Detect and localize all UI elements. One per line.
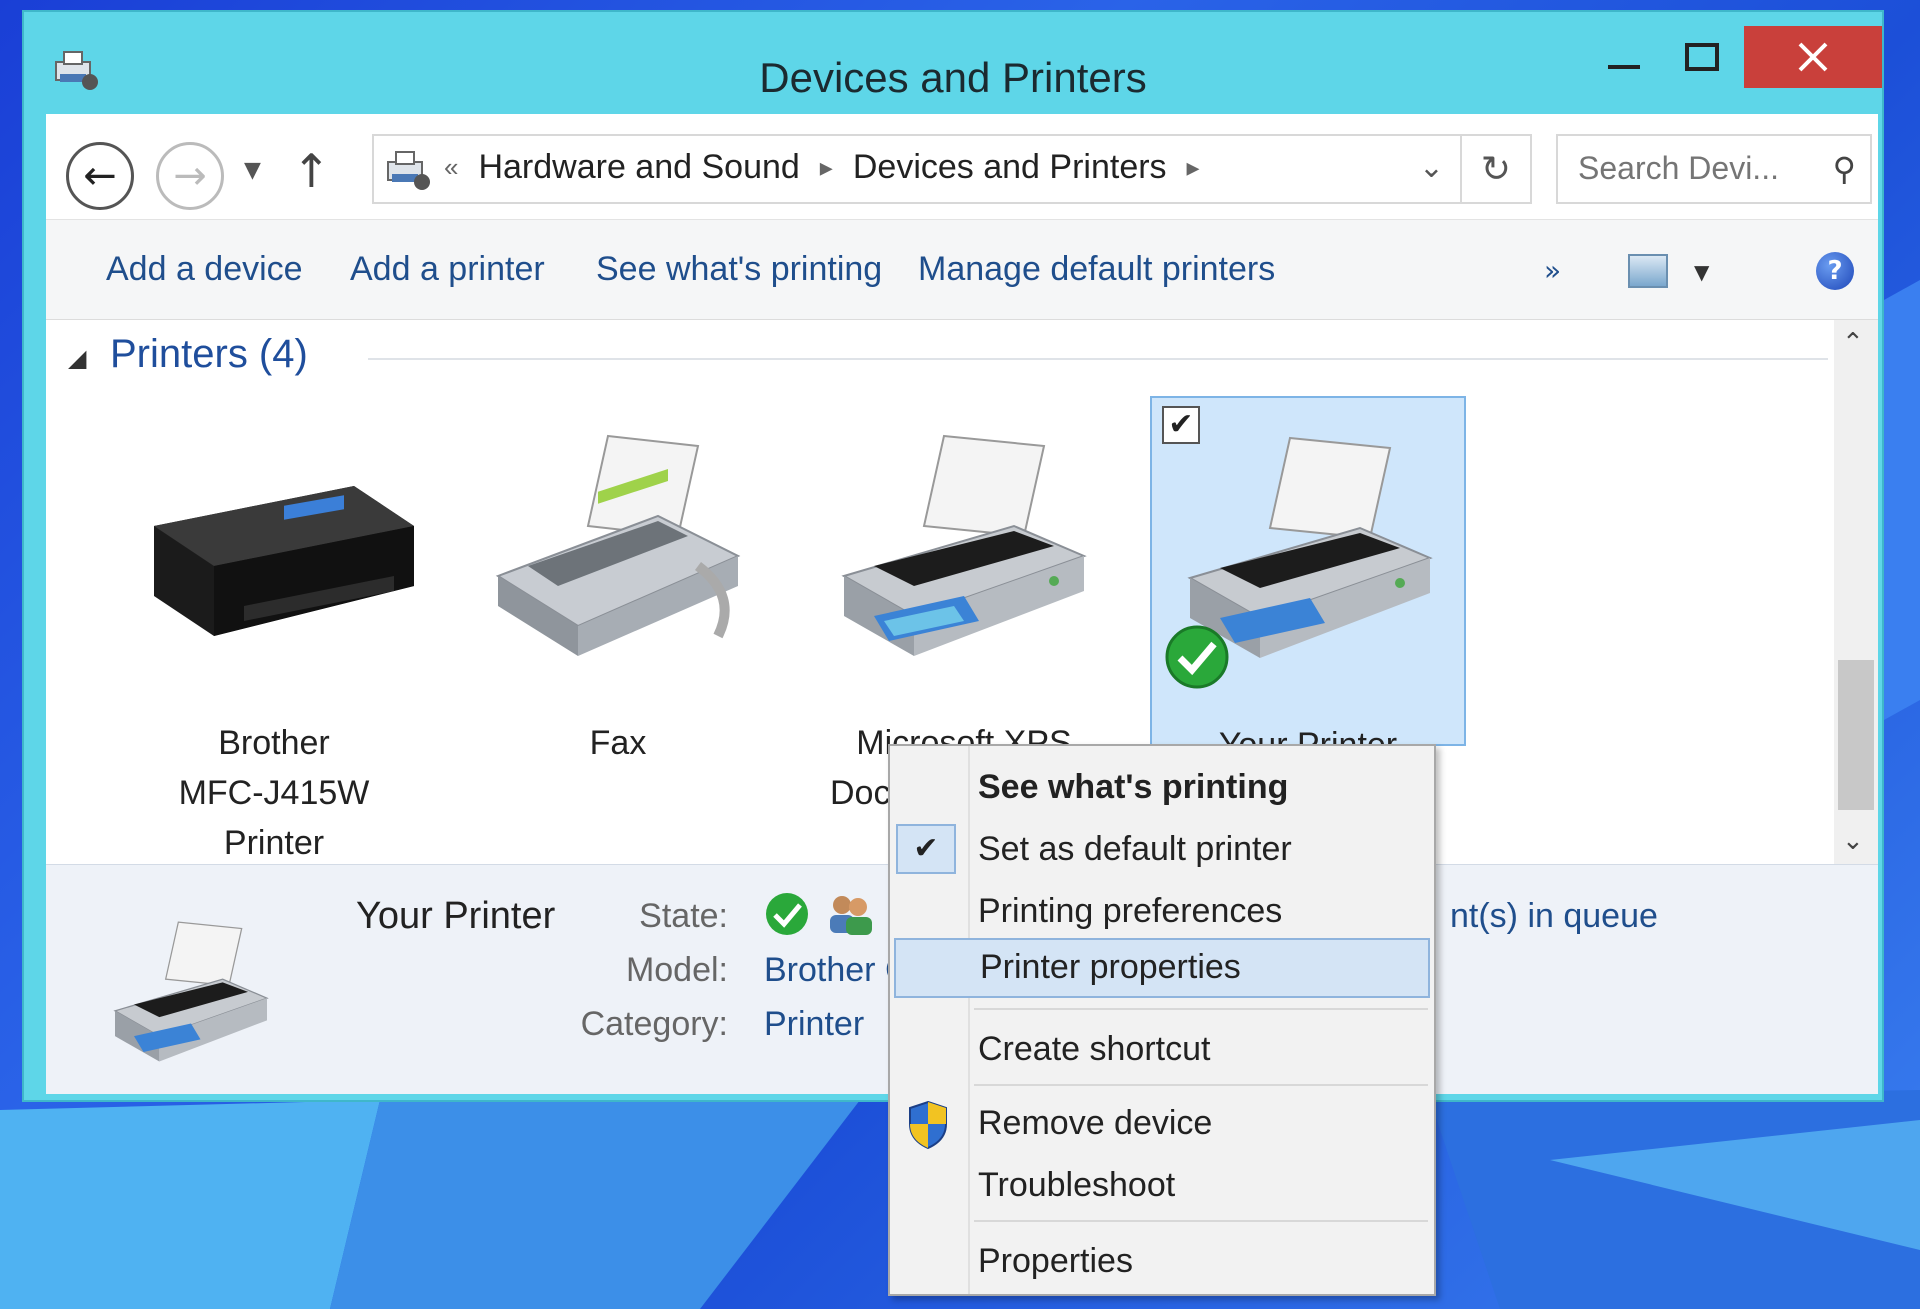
breadcrumb-devices-and-printers[interactable]: Devices and Printers	[853, 148, 1167, 187]
menu-separator	[974, 1008, 1428, 1010]
breadcrumb-separator-icon[interactable]: ▸	[1187, 152, 1200, 183]
change-view-icon[interactable]	[1628, 254, 1668, 288]
menu-item-create-shortcut[interactable]: Create shortcut	[894, 1022, 1430, 1078]
minimize-button[interactable]	[1584, 26, 1664, 88]
device-fax[interactable]: Fax	[460, 396, 776, 762]
help-icon[interactable]: ?	[1816, 252, 1854, 290]
menu-item-troubleshoot[interactable]: Troubleshoot	[894, 1158, 1430, 1214]
arrow-up-icon: ↑	[292, 144, 331, 198]
vertical-scrollbar[interactable]: ⌃ ⌄	[1834, 320, 1878, 864]
status-ok-icon	[766, 893, 808, 935]
device-label: Brother MFC-J415W Printer	[178, 724, 370, 862]
search-input[interactable]	[1558, 136, 1798, 200]
state-label: State:	[639, 897, 728, 935]
scrollbar-thumb[interactable]	[1838, 660, 1874, 810]
devices-printers-location-icon	[387, 151, 430, 190]
menu-separator	[974, 1084, 1428, 1086]
selected-device-name: Your Printer	[356, 895, 556, 937]
fax-icon	[495, 434, 741, 656]
manage-default-printers-button[interactable]: Manage default printers	[918, 250, 1275, 289]
address-history-chevron-icon[interactable]: ⌄	[1419, 150, 1444, 185]
close-icon	[1798, 42, 1828, 72]
category-label: Category:	[580, 1005, 728, 1043]
menu-item-see-whats-printing[interactable]: See what's printing	[894, 760, 1430, 816]
menu-item-remove-device[interactable]: Remove device	[894, 1096, 1430, 1152]
device-label: Fax	[589, 724, 647, 762]
menu-item-printing-preferences[interactable]: Printing preferences	[894, 884, 1430, 940]
device-microsoft-xps[interactable]: Microsoft XPS Docu	[806, 396, 1122, 812]
context-menu: See what's printing ✔ Set as default pri…	[888, 744, 1436, 1296]
breadcrumb-separator-icon[interactable]: ▸	[820, 152, 833, 183]
recent-locations-dropdown[interactable]: ▼	[244, 158, 261, 183]
search-icon[interactable]: ⚲	[1833, 150, 1856, 188]
add-device-button[interactable]: Add a device	[106, 250, 303, 289]
menu-separator	[974, 1220, 1428, 1222]
printers-group-header[interactable]: ◢ Printers (4)	[68, 332, 1828, 382]
selected-printer-icon	[113, 921, 269, 1062]
navigation-bar: ← → ▼ ↑ « Hardware and Sound ▸ Devices a…	[46, 114, 1878, 220]
search-box[interactable]: ⚲	[1556, 134, 1872, 204]
add-printer-button[interactable]: Add a printer	[350, 250, 545, 289]
forward-button[interactable]: →	[156, 142, 224, 210]
maximize-icon	[1685, 43, 1719, 71]
breadcrumb: « Hardware and Sound ▸ Devices and Print…	[444, 148, 1200, 187]
model-label: Model:	[625, 951, 728, 989]
close-button[interactable]	[1744, 26, 1882, 88]
group-divider	[368, 358, 1828, 360]
breadcrumb-overflow[interactable]: «	[444, 152, 458, 183]
shared-users-icon	[830, 896, 872, 935]
view-dropdown-icon[interactable]: ▼	[1694, 260, 1709, 284]
see-whats-printing-button[interactable]: See what's printing	[596, 250, 882, 289]
minimize-icon	[1608, 65, 1640, 69]
title-bar[interactable]: Devices and Printers	[24, 12, 1882, 114]
menu-item-set-default-printer[interactable]: ✔ Set as default printer	[894, 822, 1430, 878]
group-label: Printers (4)	[110, 332, 308, 376]
checkmark-icon: ✔	[896, 824, 956, 874]
collapse-triangle-icon[interactable]: ◢	[68, 344, 86, 372]
refresh-icon: ↻	[1480, 148, 1512, 190]
maximize-button[interactable]	[1664, 26, 1740, 88]
arrow-left-icon: ←	[83, 153, 117, 199]
command-bar: Add a device Add a printer See what's pr…	[46, 220, 1878, 320]
more-commands-button[interactable]: »	[1544, 254, 1561, 287]
printer-icon	[841, 434, 1087, 656]
device-brother-printer[interactable]: Brother MFC-J415W Printer	[116, 396, 432, 862]
menu-item-printer-properties[interactable]: Printer properties	[894, 938, 1430, 998]
device-your-printer[interactable]: ✔ Your Printer	[1150, 396, 1466, 764]
breadcrumb-hardware-and-sound[interactable]: Hardware and Sound	[478, 148, 799, 187]
back-button[interactable]: ←	[66, 142, 134, 210]
up-button[interactable]: ↑	[292, 144, 331, 198]
uac-shield-icon	[909, 1100, 947, 1150]
queue-status: nt(s) in queue	[1450, 897, 1658, 935]
arrow-right-icon: →	[173, 153, 207, 199]
menu-item-properties[interactable]: Properties	[894, 1234, 1430, 1290]
scroll-down-icon[interactable]: ⌄	[1842, 826, 1864, 856]
multifunction-printer-icon	[154, 486, 414, 636]
scroll-up-icon[interactable]: ⌃	[1842, 328, 1864, 358]
category-value: Printer	[764, 1005, 865, 1043]
address-bar[interactable]: « Hardware and Sound ▸ Devices and Print…	[372, 134, 1532, 204]
default-printer-check-icon	[1165, 625, 1229, 689]
refresh-button[interactable]: ↻	[1460, 136, 1530, 202]
